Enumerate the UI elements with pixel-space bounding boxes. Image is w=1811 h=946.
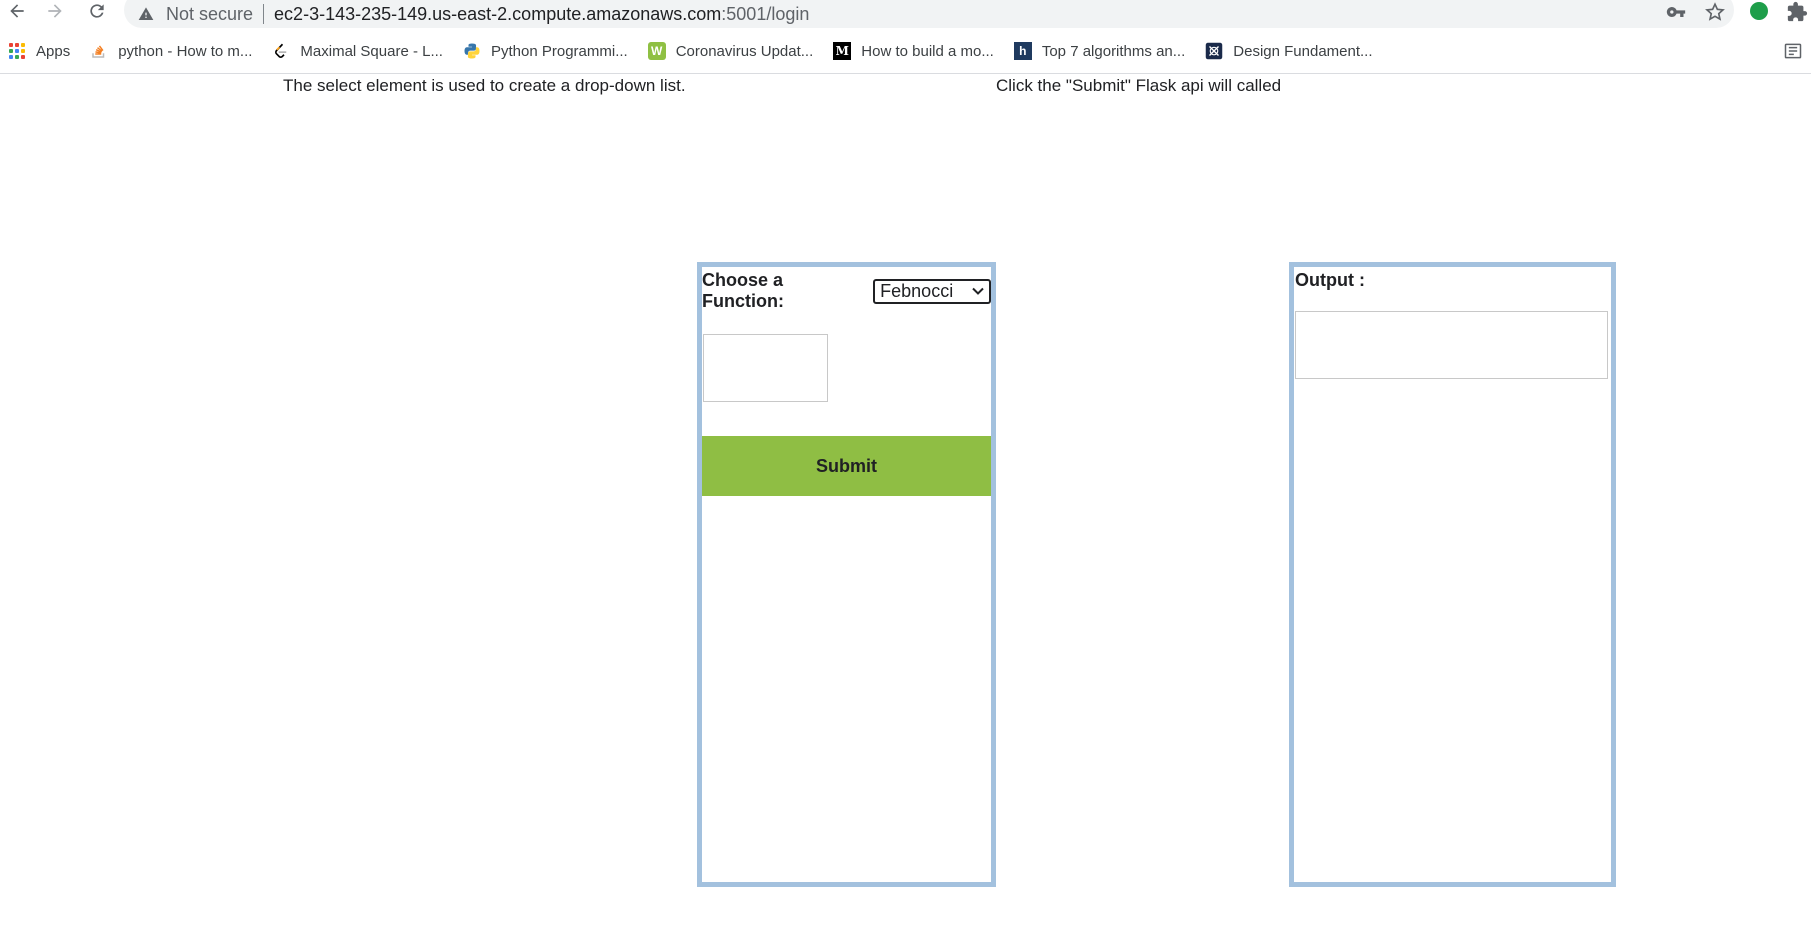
back-button[interactable] — [4, 0, 30, 22]
arrow-right-icon — [48, 4, 62, 18]
output-field[interactable] — [1295, 311, 1608, 379]
key-icon[interactable] — [1666, 2, 1686, 27]
reload-button[interactable] — [84, 0, 110, 22]
warning-icon — [138, 5, 156, 23]
puzzle-icon[interactable] — [1786, 1, 1808, 28]
extension-icon[interactable] — [1750, 2, 1768, 20]
selected-function: Febnocci — [880, 280, 954, 301]
chrome-divider — [0, 73, 1811, 74]
output-label: Output : — [1295, 270, 1365, 290]
address-bar[interactable]: Not secure ec2-3-143-235-149.us-east-2.c… — [124, 0, 1734, 28]
url-host: ec2-3-143-235-149.us-east-2.compute.amaz… — [274, 3, 722, 24]
hackernoon-icon: h — [1013, 42, 1032, 60]
bookmarks-bar: Apps python - How to m... Maximal Square… — [0, 36, 1811, 66]
submit-button[interactable]: Submit — [702, 436, 991, 496]
bookmark-leetcode[interactable]: Maximal Square - L... — [272, 42, 443, 60]
number-input[interactable] — [703, 334, 828, 402]
choose-function-label: Choose a Function: — [702, 270, 784, 311]
worldometer-icon: W — [647, 42, 666, 60]
intro-text-right: Click the "Submit" Flask api will called — [996, 76, 1282, 95]
bookmark-medium[interactable]: M How to build a mo... — [833, 42, 994, 60]
stackoverflow-icon — [90, 42, 108, 60]
bookmark-apps[interactable]: Apps — [8, 42, 70, 60]
reload-icon — [90, 4, 104, 18]
chevron-down-icon — [971, 284, 985, 298]
url-path: :5001/login — [721, 3, 810, 24]
bookmark-label: Coronavirus Updat... — [675, 42, 814, 60]
intro-text-left: The select element is used to create a d… — [283, 76, 686, 95]
bookmark-design[interactable]: Design Fundament... — [1205, 42, 1373, 60]
output-panel: Output : — [1289, 262, 1616, 887]
reading-list-icon[interactable] — [1783, 41, 1803, 66]
browser-toolbar: Not secure ec2-3-143-235-149.us-east-2.c… — [0, 0, 1811, 28]
bookmark-stackoverflow[interactable]: python - How to m... — [90, 42, 252, 60]
function-select-row: Choose a Function: Febnocci — [702, 270, 991, 312]
bookmark-coronavirus[interactable]: W Coronavirus Updat... — [647, 42, 814, 60]
bookmark-label: Maximal Square - L... — [300, 42, 443, 60]
medium-icon: M — [833, 42, 852, 60]
design-icon — [1205, 42, 1223, 60]
bookmark-hackernoon[interactable]: h Top 7 algorithms an... — [1013, 42, 1186, 60]
arrow-left-icon — [10, 4, 24, 18]
security-label[interactable]: Not secure — [166, 4, 253, 25]
bookmark-python[interactable]: Python Programmi... — [463, 42, 628, 60]
python-icon — [463, 42, 481, 60]
bookmark-label: How to build a mo... — [861, 42, 994, 60]
apps-grid-icon — [8, 42, 26, 60]
bookmark-label: Design Fundament... — [1233, 42, 1373, 60]
function-select[interactable]: Febnocci — [873, 278, 991, 304]
function-form-panel: Choose a Function: Febnocci Submit — [697, 262, 996, 887]
star-icon[interactable] — [1704, 1, 1726, 28]
forward-button[interactable] — [42, 0, 68, 22]
address-separator — [263, 4, 265, 24]
bookmark-label: python - How to m... — [118, 42, 253, 60]
bookmark-label: Apps — [36, 42, 71, 60]
bookmark-label: Python Programmi... — [490, 42, 628, 60]
leetcode-icon — [272, 42, 290, 60]
bookmark-label: Top 7 algorithms an... — [1041, 42, 1186, 60]
